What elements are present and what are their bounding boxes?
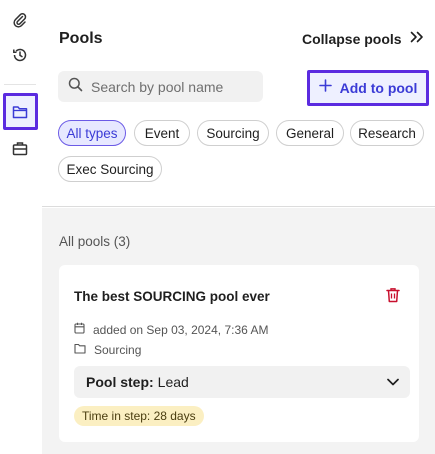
chevron-down-icon [386, 375, 400, 392]
pools-panel: Pools Collapse pools Add to pool All typ… [42, 0, 435, 454]
folder-icon[interactable] [9, 101, 31, 123]
pool-type-row: Sourcing [74, 343, 141, 357]
filter-chip-all-types[interactable]: All types [58, 120, 126, 146]
calendar-icon [74, 322, 85, 337]
page-title: Pools [59, 30, 103, 47]
folder-icon [74, 343, 86, 357]
icon-rail [0, 0, 40, 454]
filter-chip-general[interactable]: General [276, 120, 344, 146]
pool-step-label: Pool step: [86, 374, 154, 390]
filter-chip-event[interactable]: Event [134, 120, 190, 146]
search-box[interactable] [58, 71, 263, 102]
add-to-pool-label: Add to pool [339, 80, 418, 96]
trash-icon[interactable] [386, 287, 402, 305]
search-input[interactable] [91, 78, 251, 95]
add-to-pool-button[interactable]: Add to pool [307, 70, 429, 106]
panel-header-area: Pools Collapse pools Add to pool All typ… [42, 0, 435, 207]
collapse-pools-label: Collapse pools [302, 31, 402, 47]
pool-added-row: added on Sep 03, 2024, 7:36 AM [74, 322, 268, 337]
pool-step-select[interactable]: Pool step: Lead [74, 366, 410, 398]
time-in-step-badge: Time in step: 28 days [74, 406, 204, 426]
pool-added-date: added on Sep 03, 2024, 7:36 AM [93, 322, 269, 337]
paperclip-icon[interactable] [9, 9, 31, 31]
history-icon[interactable] [9, 44, 31, 66]
briefcase-icon[interactable] [9, 137, 31, 159]
filter-chip-exec-sourcing[interactable]: Exec Sourcing [58, 156, 162, 182]
pool-card[interactable]: The best SOURCING pool ever added on Sep… [59, 265, 419, 442]
plus-icon [318, 79, 332, 97]
pools-count-heading: All pools (3) [59, 234, 131, 249]
double-chevron-right-icon [410, 30, 424, 48]
collapse-pools-button[interactable]: Collapse pools [302, 30, 424, 48]
pool-step-value: Lead [157, 374, 189, 390]
pool-type: Sourcing [94, 343, 142, 357]
filter-chip-sourcing[interactable]: Sourcing [197, 120, 269, 146]
pool-title: The best SOURCING pool ever [74, 289, 270, 304]
rail-divider [4, 84, 36, 85]
filter-chip-research[interactable]: Research [350, 120, 424, 146]
search-icon [68, 77, 83, 97]
